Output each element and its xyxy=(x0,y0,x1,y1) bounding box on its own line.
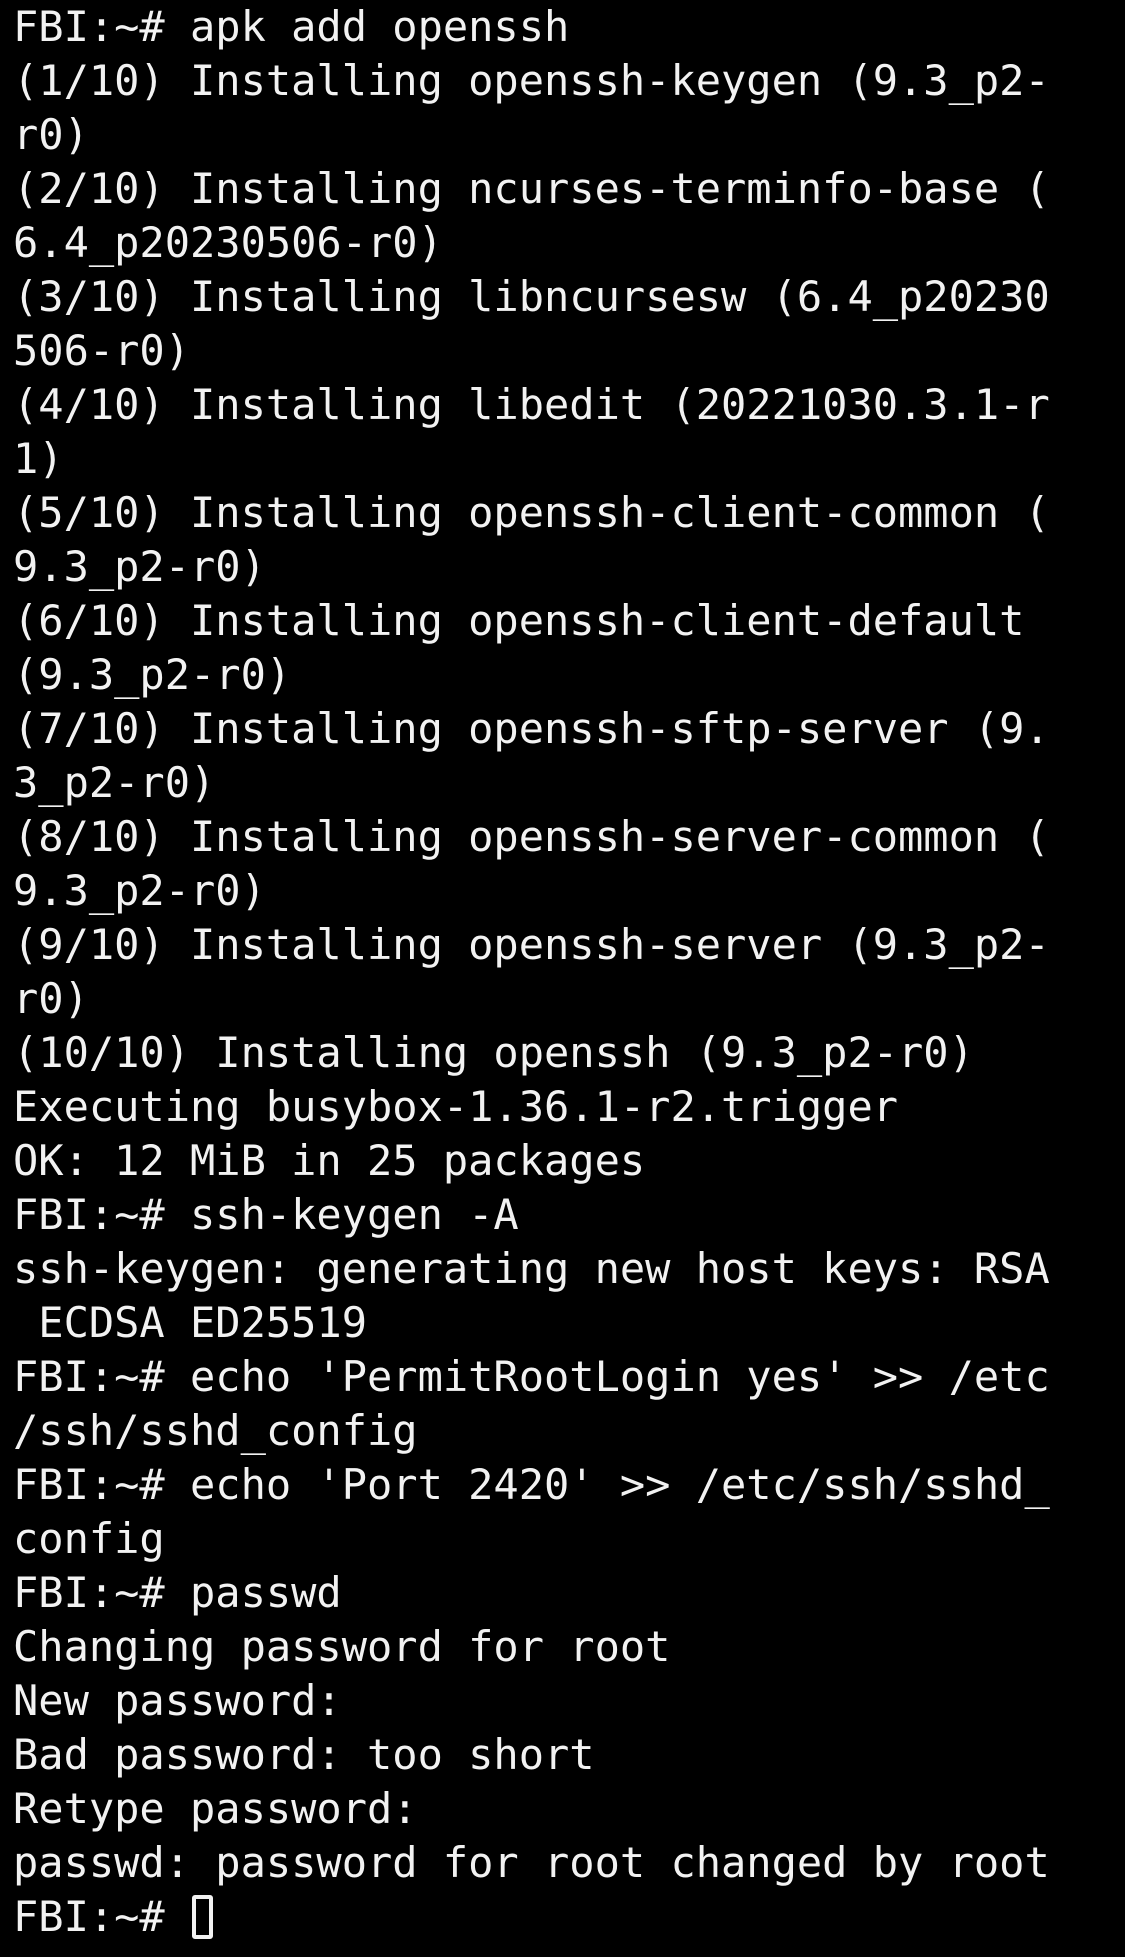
terminal-line: 6.4_p20230506-r0) xyxy=(13,218,443,267)
prompt-line[interactable]: FBI:~# xyxy=(13,1890,1125,1944)
terminal-window[interactable]: FBI:~# apk add openssh (1/10) Installing… xyxy=(0,0,1125,1957)
terminal-line: Changing password for root xyxy=(13,1622,671,1671)
prompt-text: FBI:~# xyxy=(13,1892,191,1941)
terminal-line: FBI:~# echo 'PermitRootLogin yes' >> /et… xyxy=(13,1352,1050,1401)
terminal-line: (8/10) Installing openssh-server-common … xyxy=(13,812,1050,861)
terminal-line: (7/10) Installing openssh-sftp-server (9… xyxy=(13,704,1050,753)
terminal-line: (5/10) Installing openssh-client-common … xyxy=(13,488,1050,537)
terminal-line: 9.3_p2-r0) xyxy=(13,542,266,591)
terminal-line: (3/10) Installing libncursesw (6.4_p2023… xyxy=(13,272,1050,321)
terminal-line: (1/10) Installing openssh-keygen (9.3_p2… xyxy=(13,56,1050,105)
terminal-line: FBI:~# apk add openssh xyxy=(13,2,570,51)
terminal-line: r0) xyxy=(13,974,89,1023)
terminal-line: Executing busybox-1.36.1-r2.trigger xyxy=(13,1082,899,1131)
terminal-line: FBI:~# echo 'Port 2420' >> /etc/ssh/sshd… xyxy=(13,1460,1050,1509)
terminal-line: config xyxy=(13,1514,165,1563)
terminal-line: FBI:~# ssh-keygen -A xyxy=(13,1190,519,1239)
terminal-line: Bad password: too short xyxy=(13,1730,595,1779)
terminal-line: Retype password: xyxy=(13,1784,418,1833)
terminal-line: ssh-keygen: generating new host keys: RS… xyxy=(13,1244,1050,1293)
terminal-line: (9.3_p2-r0) xyxy=(13,650,292,699)
terminal-line: ECDSA ED25519 xyxy=(13,1298,368,1347)
terminal-line: /ssh/sshd_config xyxy=(13,1406,418,1455)
terminal-line: (9/10) Installing openssh-server (9.3_p2… xyxy=(13,920,1050,969)
terminal-line: OK: 12 MiB in 25 packages xyxy=(13,1136,646,1185)
terminal-line: (2/10) Installing ncurses-terminfo-base … xyxy=(13,164,1050,213)
terminal-line: 1) xyxy=(13,434,64,483)
terminal-line: FBI:~# passwd xyxy=(13,1568,342,1617)
terminal-line: 506-r0) xyxy=(13,326,191,375)
terminal-line: (4/10) Installing libedit (20221030.3.1-… xyxy=(13,380,1050,429)
terminal-line: New password: xyxy=(13,1676,342,1725)
cursor-block xyxy=(192,1895,214,1939)
terminal-line: 3_p2-r0) xyxy=(13,758,216,807)
terminal-line: (6/10) Installing openssh-client-default xyxy=(13,596,1025,645)
terminal-line: (10/10) Installing openssh (9.3_p2-r0) xyxy=(13,1028,974,1077)
terminal-line: r0) xyxy=(13,110,89,159)
terminal-line: 9.3_p2-r0) xyxy=(13,866,266,915)
terminal-line: passwd: password for root changed by roo… xyxy=(13,1838,1050,1887)
